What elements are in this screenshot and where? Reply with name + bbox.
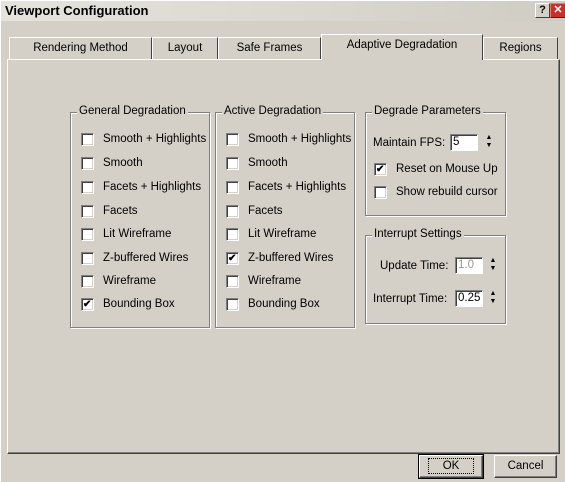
window-title: Viewport Configuration bbox=[5, 3, 149, 18]
interrupt-settings-title: Interrupt Settings bbox=[372, 228, 464, 240]
show-rebuild-cursor-option[interactable]: Show rebuild cursor bbox=[374, 185, 498, 199]
checkbox[interactable] bbox=[81, 156, 94, 170]
maintain-fps-input[interactable]: 5 bbox=[450, 134, 478, 151]
update-time-label: Update Time: bbox=[380, 260, 449, 272]
active-degradation-group: Active Degradation Smooth + Highlights S… bbox=[215, 105, 355, 328]
option-label: Smooth + Highlights bbox=[248, 133, 352, 145]
spinner-up-icon[interactable]: ▲ bbox=[487, 290, 499, 298]
option-label: Facets + Highlights bbox=[103, 181, 202, 193]
checkbox[interactable] bbox=[374, 162, 387, 176]
checkbox[interactable] bbox=[226, 274, 239, 288]
checkbox[interactable] bbox=[81, 227, 94, 241]
option-label: Smooth bbox=[248, 157, 288, 169]
general-lit-wireframe-option[interactable]: Lit Wireframe bbox=[81, 227, 171, 241]
spinner-down-icon[interactable]: ▼ bbox=[487, 298, 499, 306]
option-label: Smooth + Highlights bbox=[103, 133, 207, 145]
general-degradation-title: General Degradation bbox=[77, 105, 188, 117]
update-time-spinner[interactable]: ▲ ▼ bbox=[487, 257, 499, 274]
interrupt-settings-group: Interrupt Settings Update Time: 1.0 ▲ ▼ … bbox=[365, 228, 506, 324]
spinner-up-icon[interactable]: ▲ bbox=[487, 257, 499, 265]
reset-on-mouse-up-option[interactable]: Reset on Mouse Up bbox=[374, 162, 498, 176]
checkbox[interactable] bbox=[226, 251, 239, 265]
checkbox[interactable] bbox=[226, 156, 239, 170]
checkbox[interactable] bbox=[81, 274, 94, 288]
option-label: Facets + Highlights bbox=[248, 181, 347, 193]
tab-rendering-method[interactable]: Rendering Method bbox=[9, 37, 152, 59]
help-icon[interactable]: ? bbox=[535, 3, 550, 18]
active-wireframe-option[interactable]: Wireframe bbox=[226, 274, 301, 288]
option-label: Z-buffered Wires bbox=[248, 252, 334, 264]
checkbox[interactable] bbox=[81, 132, 94, 146]
general-degradation-group: General Degradation Smooth + Highlights … bbox=[70, 105, 210, 328]
general-smooth-highlights-option[interactable]: Smooth + Highlights bbox=[81, 132, 206, 146]
general-bounding-box-option[interactable]: Bounding Box bbox=[81, 297, 175, 311]
general-facets-highlights-option[interactable]: Facets + Highlights bbox=[81, 180, 201, 194]
active-smooth-highlights-option[interactable]: Smooth + Highlights bbox=[226, 132, 351, 146]
interrupt-time-input[interactable]: 0.25 bbox=[455, 290, 483, 307]
option-label: Show rebuild cursor bbox=[396, 186, 498, 198]
checkbox[interactable] bbox=[374, 185, 387, 199]
checkbox[interactable] bbox=[226, 204, 239, 218]
ok-button-label: OK bbox=[427, 458, 475, 474]
update-time-input[interactable]: 1.0 bbox=[455, 257, 483, 274]
general-smooth-option[interactable]: Smooth bbox=[81, 156, 143, 170]
option-label: Reset on Mouse Up bbox=[396, 163, 498, 175]
ok-button[interactable]: OK bbox=[418, 454, 484, 479]
cancel-button[interactable]: Cancel bbox=[494, 455, 557, 478]
active-facets-option[interactable]: Facets bbox=[226, 204, 283, 218]
tab-panel: General Degradation Smooth + Highlights … bbox=[7, 59, 560, 454]
active-smooth-option[interactable]: Smooth bbox=[226, 156, 288, 170]
option-label: Bounding Box bbox=[103, 298, 175, 310]
degrade-parameters-group: Degrade Parameters Maintain FPS: 5 ▲ ▼ R… bbox=[365, 105, 506, 216]
active-bounding-box-option[interactable]: Bounding Box bbox=[226, 297, 320, 311]
active-degradation-title: Active Degradation bbox=[222, 105, 324, 117]
checkbox[interactable] bbox=[226, 227, 239, 241]
maintain-fps-spinner[interactable]: ▲ ▼ bbox=[483, 134, 495, 151]
option-label: Facets bbox=[103, 205, 138, 217]
checkbox[interactable] bbox=[226, 132, 239, 146]
general-wireframe-option[interactable]: Wireframe bbox=[81, 274, 156, 288]
tab-layout[interactable]: Layout bbox=[152, 37, 218, 59]
spinner-up-icon[interactable]: ▲ bbox=[483, 134, 495, 142]
maintain-fps-label: Maintain FPS: bbox=[373, 137, 446, 149]
interrupt-time-label: Interrupt Time: bbox=[373, 293, 448, 305]
spinner-down-icon[interactable]: ▼ bbox=[487, 265, 499, 273]
tab-regions[interactable]: Regions bbox=[483, 37, 558, 59]
degrade-parameters-title: Degrade Parameters bbox=[372, 105, 483, 117]
interrupt-time-spinner[interactable]: ▲ ▼ bbox=[487, 290, 499, 307]
checkbox[interactable] bbox=[81, 297, 94, 311]
viewport-configuration-dialog: Viewport Configuration ? ✕ Rendering Met… bbox=[0, 0, 565, 482]
checkbox[interactable] bbox=[81, 251, 94, 265]
checkbox[interactable] bbox=[81, 180, 94, 194]
active-lit-wireframe-option[interactable]: Lit Wireframe bbox=[226, 227, 316, 241]
tab-safe-frames[interactable]: Safe Frames bbox=[218, 37, 321, 59]
active-z-buffered-wires-option[interactable]: Z-buffered Wires bbox=[226, 251, 333, 265]
title-bar[interactable]: Viewport Configuration ? ✕ bbox=[1, 1, 565, 21]
general-z-buffered-wires-option[interactable]: Z-buffered Wires bbox=[81, 251, 188, 265]
close-icon[interactable]: ✕ bbox=[550, 3, 565, 18]
general-facets-option[interactable]: Facets bbox=[81, 204, 138, 218]
option-label: Lit Wireframe bbox=[248, 228, 317, 240]
option-label: Wireframe bbox=[103, 275, 157, 287]
checkbox[interactable] bbox=[226, 297, 239, 311]
option-label: Wireframe bbox=[248, 275, 302, 287]
option-label: Z-buffered Wires bbox=[103, 252, 189, 264]
option-label: Facets bbox=[248, 205, 283, 217]
checkbox[interactable] bbox=[81, 204, 94, 218]
active-facets-highlights-option[interactable]: Facets + Highlights bbox=[226, 180, 346, 194]
option-label: Smooth bbox=[103, 157, 143, 169]
option-label: Bounding Box bbox=[248, 298, 320, 310]
checkbox[interactable] bbox=[226, 180, 239, 194]
option-label: Lit Wireframe bbox=[103, 228, 172, 240]
spinner-down-icon[interactable]: ▼ bbox=[483, 142, 495, 150]
tab-adaptive-degradation[interactable]: Adaptive Degradation bbox=[321, 34, 483, 60]
